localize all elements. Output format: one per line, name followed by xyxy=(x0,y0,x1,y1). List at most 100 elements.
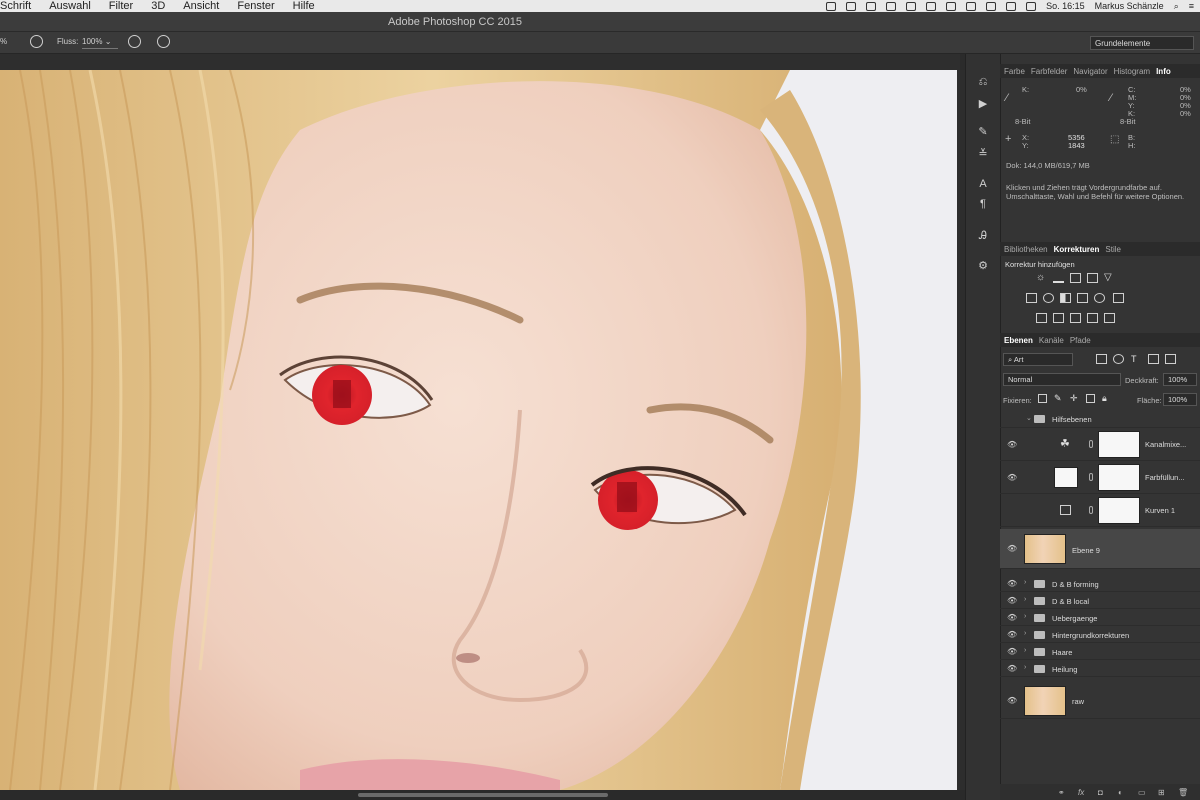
hue-saturation-icon[interactable] xyxy=(1026,293,1037,303)
flow-dropdown[interactable]: 100% ⌄ xyxy=(82,37,118,49)
vertical-scrollbar[interactable] xyxy=(957,70,965,790)
filter-adjustment-icon[interactable] xyxy=(1113,354,1124,364)
visibility-eye-icon[interactable]: 👁︎ xyxy=(1007,613,1017,622)
fill-field[interactable]: 100% xyxy=(1163,393,1197,406)
chevron-down-icon[interactable]: ⌄ xyxy=(1026,414,1032,422)
posterize-icon[interactable] xyxy=(1053,313,1064,323)
layer-folder-haare[interactable]: 👁︎ › Haare xyxy=(1000,643,1200,660)
curves-icon[interactable] xyxy=(1070,273,1081,283)
tab-korrekturen[interactable]: Korrekturen xyxy=(1054,245,1100,254)
properties-icon[interactable]: ⚙ xyxy=(977,260,989,272)
history-icon[interactable]: ⎌ xyxy=(977,76,989,88)
tab-kanaele[interactable]: Kanäle xyxy=(1039,336,1064,345)
new-group-icon[interactable]: ▭ xyxy=(1138,788,1146,797)
color-lookup-icon[interactable] xyxy=(1113,293,1124,303)
visibility-eye-icon[interactable]: 👁︎ xyxy=(1007,440,1017,449)
chain-link-icon[interactable] xyxy=(1089,440,1093,448)
glyphs-icon[interactable]: Ꭿ xyxy=(977,230,989,242)
brush-presets-icon[interactable]: ✎ xyxy=(977,126,989,138)
pressure-size-icon[interactable] xyxy=(157,35,170,48)
trash-icon[interactable]: 🗑︎ xyxy=(1178,788,1188,797)
filter-smartobject-icon[interactable] xyxy=(1165,354,1176,364)
menu-3d[interactable]: 3D xyxy=(151,0,165,12)
filter-type-icon[interactable]: T xyxy=(1131,354,1137,364)
lock-all-icon[interactable]: 🔒︎ xyxy=(1102,393,1107,404)
character-icon[interactable]: A xyxy=(977,178,989,190)
menubar-user[interactable]: Markus Schänzle xyxy=(1095,1,1164,11)
app-icon[interactable] xyxy=(906,1,917,11)
battery-icon[interactable] xyxy=(1026,1,1037,11)
tab-farbfelder[interactable]: Farbfelder xyxy=(1031,67,1067,76)
layer-folder-db-forming[interactable]: 👁︎ › D & B forming xyxy=(1000,575,1200,592)
tab-stile[interactable]: Stile xyxy=(1105,245,1121,254)
color-balance-icon[interactable] xyxy=(1043,293,1054,303)
invert-icon[interactable] xyxy=(1036,313,1047,323)
tab-histogram[interactable]: Histogram xyxy=(1114,67,1150,76)
fx-icon[interactable]: fx xyxy=(1078,788,1084,797)
layer-filter-select[interactable]: ⌕ Art xyxy=(1003,353,1073,366)
chevron-right-icon[interactable]: › xyxy=(1024,579,1026,586)
tab-pfade[interactable]: Pfade xyxy=(1070,336,1091,345)
search-icon[interactable]: ⌕ xyxy=(1174,1,1179,12)
layer-folder-db-local[interactable]: 👁︎ › D & B local xyxy=(1000,592,1200,609)
layer-mask-thumbnail[interactable] xyxy=(1098,497,1140,524)
chevron-right-icon[interactable]: › xyxy=(1024,630,1026,637)
menu-schrift[interactable]: Schrift xyxy=(0,0,31,12)
threshold-icon[interactable] xyxy=(1070,313,1081,323)
zoom-fragment[interactable]: % xyxy=(0,37,7,46)
add-mask-icon[interactable]: ◘ xyxy=(1098,788,1103,797)
channel-mixer-icon[interactable] xyxy=(1094,293,1105,303)
bluetooth-icon[interactable] xyxy=(966,1,977,11)
document-canvas[interactable] xyxy=(0,70,957,790)
layer-row-kanalmixer[interactable]: 👁︎ ☘ Kanalmixe... xyxy=(1000,428,1200,461)
chevron-right-icon[interactable]: › xyxy=(1024,664,1026,671)
eye-icon[interactable] xyxy=(886,1,897,11)
link-layers-icon[interactable]: ⚭ xyxy=(1058,788,1065,797)
black-white-icon[interactable] xyxy=(1060,293,1071,303)
selective-color-icon[interactable] xyxy=(1087,313,1098,323)
workspace-select[interactable]: Grundelemente xyxy=(1090,36,1194,50)
visibility-eye-icon[interactable]: 👁︎ xyxy=(1007,630,1017,639)
layer-row-kurven[interactable]: Kurven 1 xyxy=(1000,494,1200,527)
layer-row-ebene9[interactable]: 👁︎ Ebene 9 xyxy=(1000,529,1200,569)
tab-navigator[interactable]: Navigator xyxy=(1073,67,1107,76)
gradient-map-icon[interactable] xyxy=(1104,313,1115,323)
lock-pixels-icon[interactable]: ✎ xyxy=(1054,393,1062,404)
clock-icon[interactable] xyxy=(926,1,937,11)
menu-hilfe[interactable]: Hilfe xyxy=(293,0,315,12)
lock-artboard-icon[interactable] xyxy=(1086,394,1095,403)
fill-color-thumbnail[interactable] xyxy=(1054,467,1078,488)
filter-shape-icon[interactable] xyxy=(1148,354,1159,364)
layer-row-farbfuellung[interactable]: 👁︎ Farbfüllun... xyxy=(1000,461,1200,494)
photo-filter-icon[interactable] xyxy=(1077,293,1088,303)
layer-folder-heilung[interactable]: 👁︎ › Heilung xyxy=(1000,660,1200,677)
volume-icon[interactable] xyxy=(1006,1,1017,11)
eyedropper-icon[interactable]: ⁄ xyxy=(1006,92,1008,104)
menu-fenster[interactable]: Fenster xyxy=(237,0,274,12)
actions-play-icon[interactable]: ▶ xyxy=(977,98,989,110)
visibility-eye-icon[interactable]: 👁︎ xyxy=(1007,696,1017,705)
layer-mask-thumbnail[interactable] xyxy=(1098,431,1140,458)
blend-mode-select[interactable]: Normal xyxy=(1003,373,1121,386)
menu-filter[interactable]: Filter xyxy=(109,0,133,12)
airplay-icon[interactable] xyxy=(946,1,957,11)
layer-folder-hintergrundkorrekturen[interactable]: 👁︎ › Hintergrundkorrekturen xyxy=(1000,626,1200,643)
visibility-eye-icon[interactable]: 👁︎ xyxy=(1007,596,1017,605)
horizontal-scroll-thumb[interactable] xyxy=(358,793,608,797)
chevron-right-icon[interactable]: › xyxy=(1024,596,1026,603)
tab-farbe[interactable]: Farbe xyxy=(1004,67,1025,76)
tab-ebenen[interactable]: Ebenen xyxy=(1004,336,1033,345)
layer-folder-uebergaenge[interactable]: 👁︎ › Uebergaenge xyxy=(1000,609,1200,626)
filter-pixel-icon[interactable] xyxy=(1096,354,1107,364)
eyedropper-cmyk-icon[interactable]: ⁄ xyxy=(1110,92,1112,104)
lock-transparency-icon[interactable] xyxy=(1038,394,1047,403)
paragraph-icon[interactable]: ¶ xyxy=(977,198,989,210)
wifi-icon[interactable] xyxy=(986,1,997,11)
layer-row-raw[interactable]: 👁︎ raw xyxy=(1000,683,1200,719)
layer-mask-thumbnail[interactable] xyxy=(1098,464,1140,491)
chevron-right-icon[interactable]: › xyxy=(1024,613,1026,620)
chevron-right-icon[interactable]: › xyxy=(1024,647,1026,654)
exposure-icon[interactable] xyxy=(1087,273,1098,283)
layer-thumbnail[interactable] xyxy=(1024,686,1066,716)
list-icon[interactable]: ≡ xyxy=(1189,1,1194,11)
